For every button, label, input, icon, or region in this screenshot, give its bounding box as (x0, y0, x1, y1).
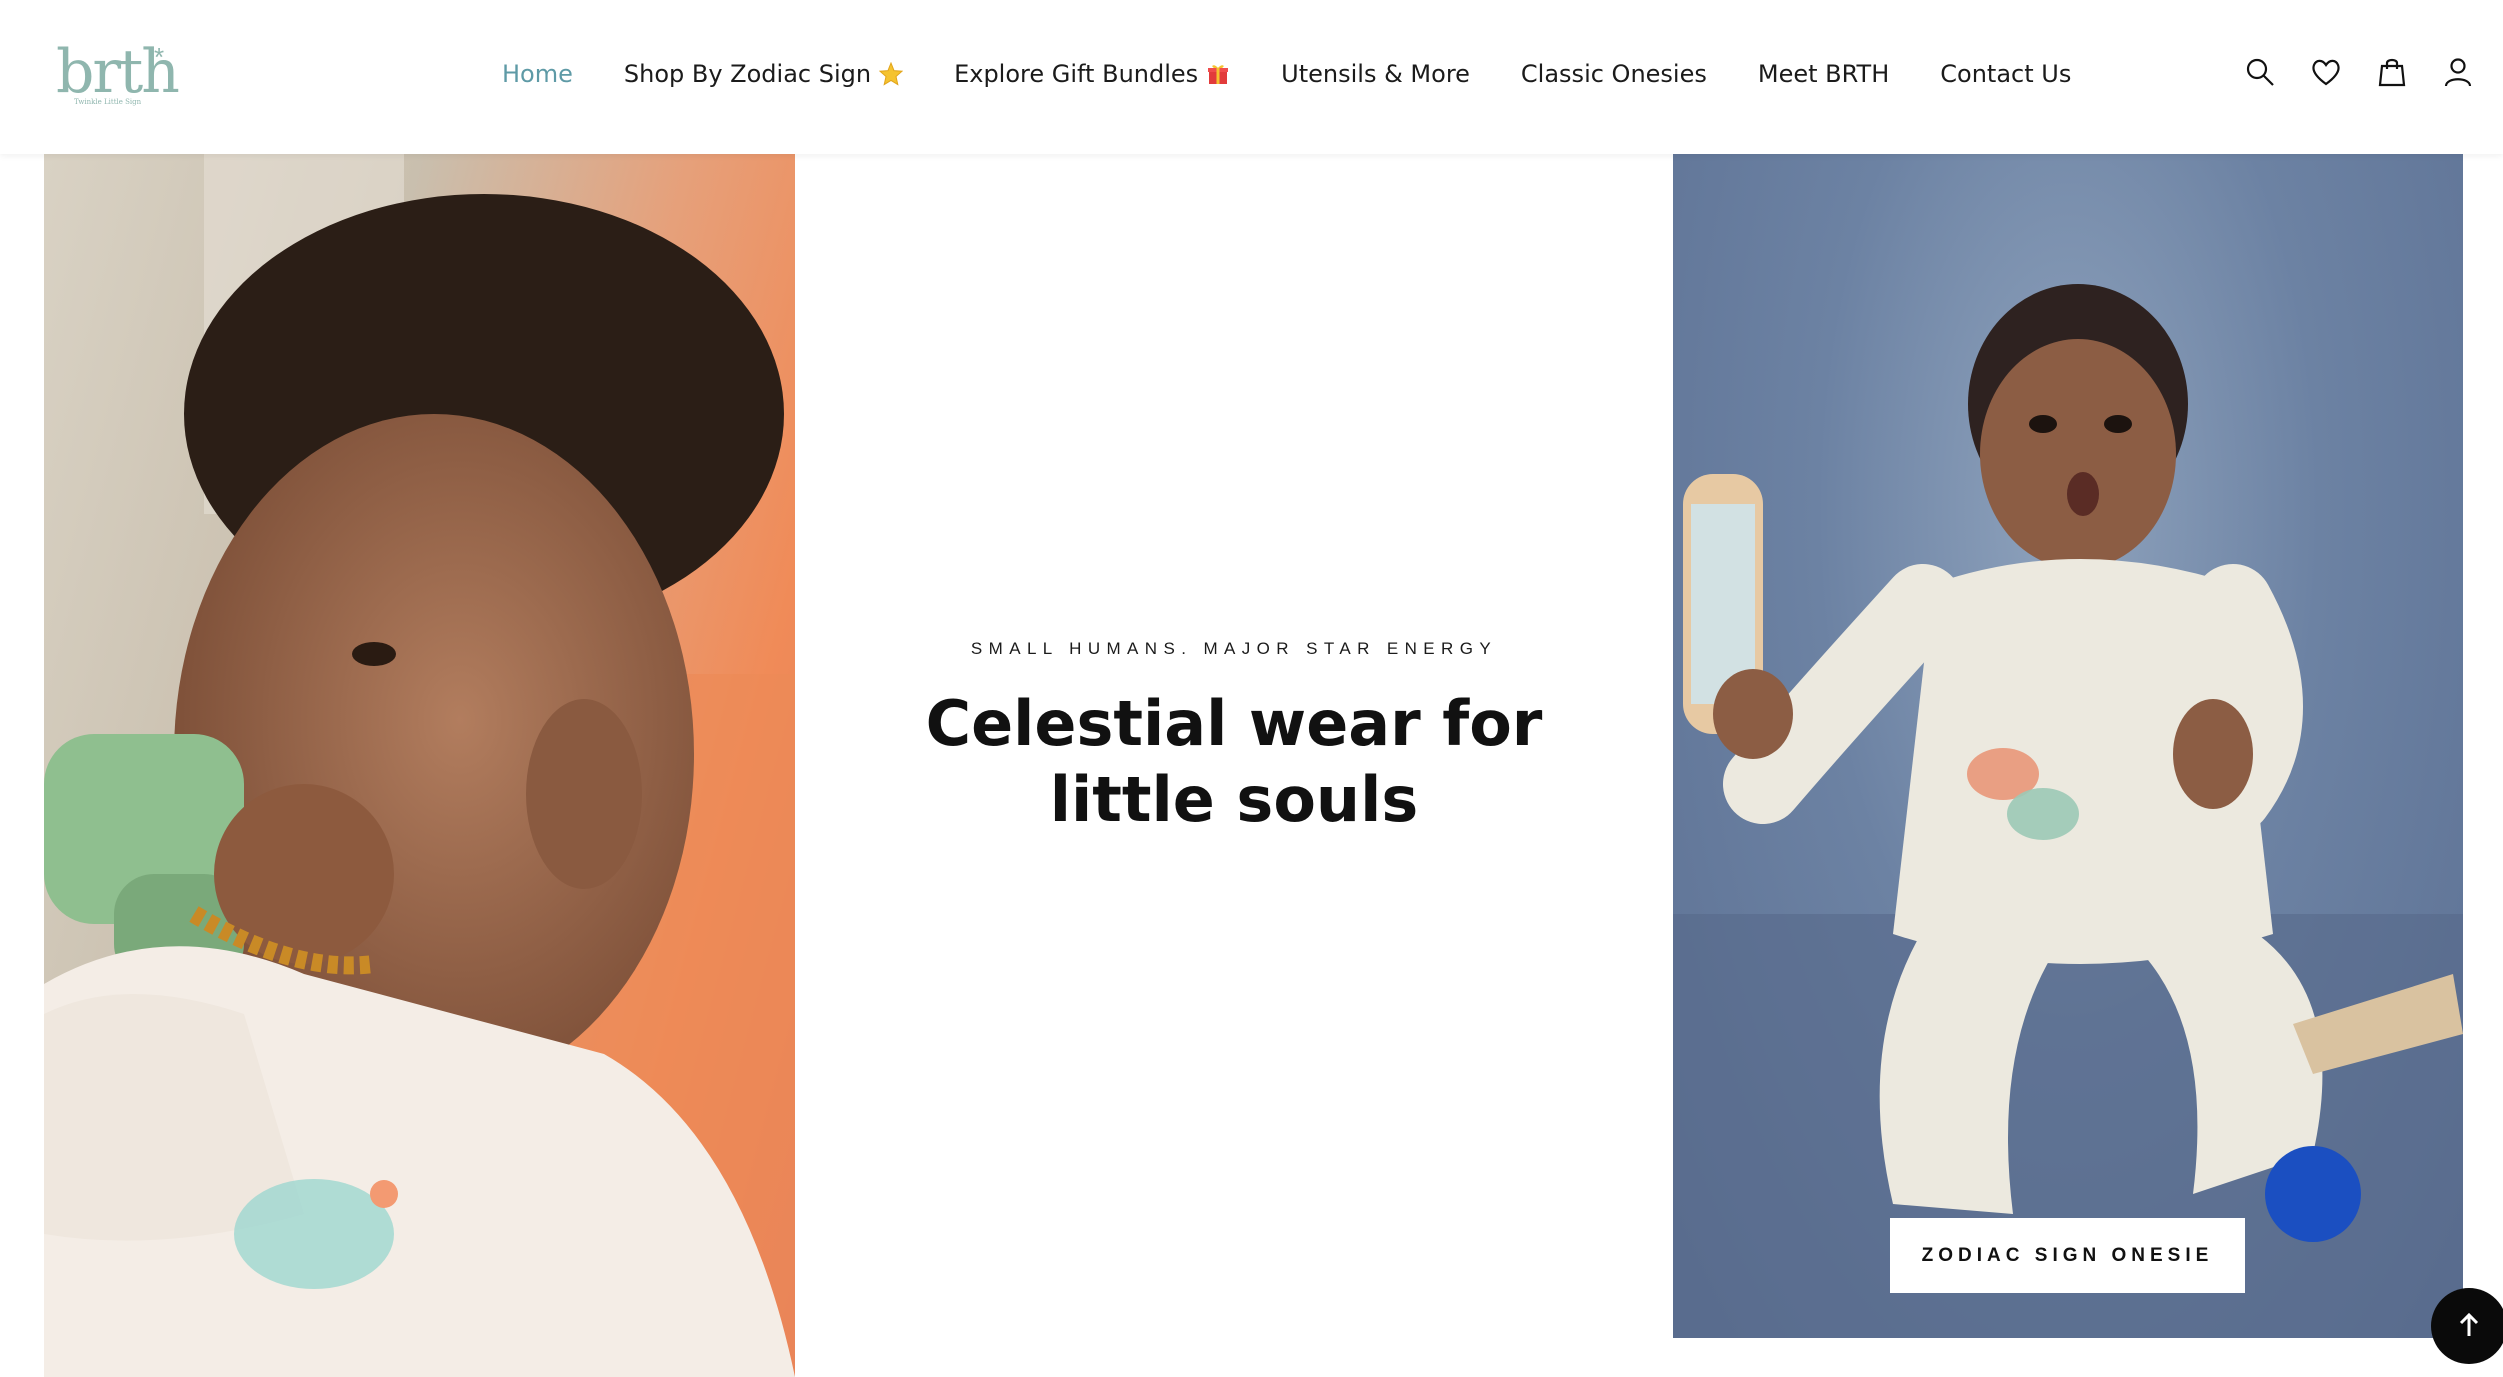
logo-tagline: Twinkle Little Sign (74, 98, 142, 106)
star-emoji-icon (879, 62, 904, 86)
hero-headline: Celestial wear for little souls (925, 687, 1543, 836)
nav-item-contact-us[interactable]: Contact Us (1940, 60, 2071, 88)
nav-label: Shop By Zodiac Sign (623, 60, 872, 88)
arrow-up-icon (2459, 1312, 2479, 1336)
header-actions (2244, 56, 2474, 88)
scroll-to-top-button[interactable] (2431, 1288, 2503, 1364)
nav-label: Meet BRTH (1757, 60, 1890, 88)
main-nav: Home Shop By Zodiac Sign Explore Gift Bu… (502, 56, 2122, 92)
brand-logo[interactable]: brth * Twinkle Little Sign (56, 40, 180, 112)
baby-with-cup-illustration (44, 154, 795, 1377)
hero-image-baby-in-onesie[interactable] (1673, 154, 2463, 1338)
logo-asterisk: * (154, 42, 165, 72)
search-icon[interactable] (2244, 56, 2276, 88)
nav-label: Classic Onesies (1520, 60, 1707, 88)
nav-label: Utensils & More (1281, 60, 1470, 88)
site-header: brth * Twinkle Little Sign Home Shop By … (0, 0, 2503, 154)
user-icon[interactable] (2442, 56, 2474, 88)
baby-in-onesie-illustration (1673, 284, 2463, 1338)
heart-icon[interactable] (2310, 56, 2342, 88)
nav-item-home[interactable]: Home (502, 60, 573, 88)
gift-emoji-icon (1208, 65, 1229, 84)
nav-item-utensils-and-more[interactable]: Utensils & More (1281, 60, 1470, 88)
nav-label: Contact Us (1940, 60, 2072, 88)
nav-item-explore-gift-bundles[interactable]: Explore Gift Bundles (954, 60, 1230, 88)
nav-label: Home (502, 60, 573, 88)
hero-tagline: SMALL HUMANS. MAJOR STAR ENERGY (970, 639, 1498, 658)
nav-item-meet-brth[interactable]: Meet BRTH (1758, 60, 1889, 88)
nav-item-classic-onesies[interactable]: Classic Onesies (1521, 60, 1707, 88)
nav-label: Explore Gift Bundles (954, 60, 1199, 88)
nav-item-shop-by-zodiac-sign[interactable]: Shop By Zodiac Sign (623, 60, 904, 88)
zodiac-sign-onesie-button[interactable]: ZODIAC SIGN ONESIE (1890, 1218, 2245, 1293)
shopping-bag-icon[interactable] (2376, 56, 2408, 88)
hero-image-baby-with-cup (44, 154, 795, 1377)
